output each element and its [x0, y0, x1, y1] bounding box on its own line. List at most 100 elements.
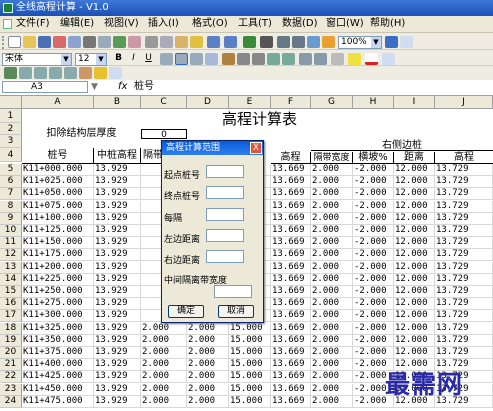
header-distance[interactable]: 距离 [394, 152, 435, 164]
workbook-icon[interactable] [3, 19, 12, 29]
table-cell[interactable]: 13.929 [94, 396, 141, 408]
table-cell[interactable]: 13.669 [271, 286, 311, 298]
table-cell[interactable]: 13.669 [271, 310, 311, 322]
table-cell[interactable]: 13.669 [271, 298, 311, 310]
copy-icon[interactable] [160, 36, 173, 48]
table-cell[interactable]: 13.669 [271, 225, 311, 237]
align-right-icon[interactable] [190, 53, 203, 65]
table-cell[interactable]: K11+475.000 [22, 396, 94, 408]
table-cell[interactable]: 13.729 [435, 249, 493, 261]
bold-icon[interactable]: B [112, 53, 125, 65]
table-cell[interactable]: 13.929 [94, 335, 141, 347]
table-cell[interactable]: 2.000 [187, 359, 229, 371]
spelling-icon[interactable] [113, 36, 126, 48]
borders-icon[interactable] [331, 53, 344, 65]
sort-ascending-icon[interactable] [277, 36, 290, 48]
table-cell[interactable]: 2.000 [311, 225, 353, 237]
row-header[interactable]: 11 [0, 237, 22, 249]
table-cell[interactable]: 2.000 [311, 274, 353, 286]
menu-window[interactable]: 窗口(W) [326, 17, 364, 31]
table-cell[interactable]: 13.669 [271, 201, 311, 213]
row-header[interactable]: 6 [0, 176, 22, 188]
table-cell[interactable]: K11+450.000 [22, 384, 94, 396]
sheet-title[interactable]: 高程计算表 [22, 109, 493, 129]
table-cell[interactable]: 12.000 [394, 298, 435, 310]
column-header-b[interactable]: B [94, 96, 141, 109]
table-cell[interactable]: -2.000 [353, 274, 394, 286]
table-cell[interactable]: 13.729 [435, 298, 493, 310]
row-header[interactable]: 4 [0, 148, 22, 162]
toolbar-tool-icon[interactable] [79, 67, 92, 79]
toolbar-options-icon[interactable] [400, 36, 413, 48]
table-cell[interactable]: K11+250.000 [22, 286, 94, 298]
table-cell[interactable]: -2.000 [353, 176, 394, 188]
right-edge-group-header[interactable]: 右侧边桩 [311, 140, 493, 151]
align-center-icon[interactable] [175, 53, 188, 65]
row-header[interactable]: 15 [0, 286, 22, 298]
dialog-title-bar[interactable]: 高程计算范围 [162, 141, 263, 155]
row-header[interactable]: 21 [0, 359, 22, 371]
table-cell[interactable]: -2.000 [353, 335, 394, 347]
table-cell[interactable]: 12.000 [394, 201, 435, 213]
toolbar-tool-icon[interactable] [4, 67, 17, 79]
hyperlink-icon[interactable] [243, 36, 256, 48]
table-cell[interactable]: 2.000 [311, 335, 353, 347]
table-cell[interactable]: -2.000 [353, 225, 394, 237]
table-cell[interactable]: 13.729 [435, 286, 493, 298]
save-icon[interactable] [38, 36, 51, 48]
row-header[interactable]: 13 [0, 262, 22, 274]
currency-icon[interactable] [222, 53, 235, 65]
font-name-combo[interactable]: 宋体 ▼ [2, 53, 72, 66]
table-cell[interactable]: -2.000 [353, 298, 394, 310]
column-header-i[interactable]: I [394, 96, 435, 109]
table-cell[interactable]: 13.669 [271, 213, 311, 225]
toolbar-options-icon[interactable] [109, 67, 122, 79]
redo-icon[interactable] [224, 36, 237, 48]
table-cell[interactable]: 13.929 [94, 201, 141, 213]
table-cell[interactable]: 15.000 [229, 347, 271, 359]
paste-icon[interactable] [175, 36, 188, 48]
row-header[interactable]: 24 [0, 396, 22, 408]
table-cell[interactable]: 13.669 [271, 396, 311, 408]
table-cell[interactable]: K11+325.000 [22, 323, 94, 335]
start-station-input[interactable] [206, 165, 244, 178]
left-distance-input[interactable] [206, 229, 244, 242]
row-header[interactable]: 18 [0, 323, 22, 335]
table-cell[interactable]: 13.729 [435, 262, 493, 274]
table-cell[interactable]: 13.669 [271, 188, 311, 200]
close-icon[interactable]: X [250, 142, 262, 154]
interval-input[interactable] [206, 208, 244, 221]
table-cell[interactable]: 13.929 [94, 371, 141, 383]
table-cell[interactable]: 13.729 [435, 274, 493, 286]
row-header[interactable]: 3 [0, 135, 22, 148]
table-cell[interactable]: 13.669 [271, 323, 311, 335]
table-cell[interactable]: 13.929 [94, 164, 141, 176]
table-cell[interactable]: 13.669 [271, 335, 311, 347]
table-cell[interactable]: 13.729 [435, 310, 493, 322]
menu-insert[interactable]: 插入(I) [148, 17, 179, 31]
table-cell[interactable]: -2.000 [353, 323, 394, 335]
header-center-elevation[interactable]: 中桩高程 [94, 148, 141, 164]
autosum-icon[interactable] [260, 36, 273, 48]
row-header[interactable]: 12 [0, 249, 22, 261]
table-cell[interactable]: 2.000 [187, 384, 229, 396]
table-cell[interactable]: 13.929 [94, 249, 141, 261]
table-cell[interactable]: K11+075.000 [22, 201, 94, 213]
table-cell[interactable]: -2.000 [353, 347, 394, 359]
table-cell[interactable]: 2.000 [311, 310, 353, 322]
fx-icon[interactable]: fx [118, 80, 127, 94]
table-cell[interactable]: 2.000 [141, 396, 187, 408]
column-header-c[interactable]: C [141, 96, 187, 109]
table-cell[interactable]: 13.929 [94, 237, 141, 249]
table-cell[interactable]: 13.669 [271, 371, 311, 383]
row-header[interactable]: 9 [0, 213, 22, 225]
chevron-down-icon[interactable]: ▼ [371, 37, 381, 48]
cut-icon[interactable] [145, 36, 158, 48]
table-cell[interactable]: K11+400.000 [22, 359, 94, 371]
formula-content[interactable]: 桩号 [134, 80, 154, 94]
table-cell[interactable]: K11+375.000 [22, 347, 94, 359]
column-header-g[interactable]: G [311, 96, 353, 109]
toolbar-tool-icon[interactable] [34, 67, 47, 79]
table-cell[interactable]: K11+300.000 [22, 310, 94, 322]
column-header-d[interactable]: D [187, 96, 229, 109]
